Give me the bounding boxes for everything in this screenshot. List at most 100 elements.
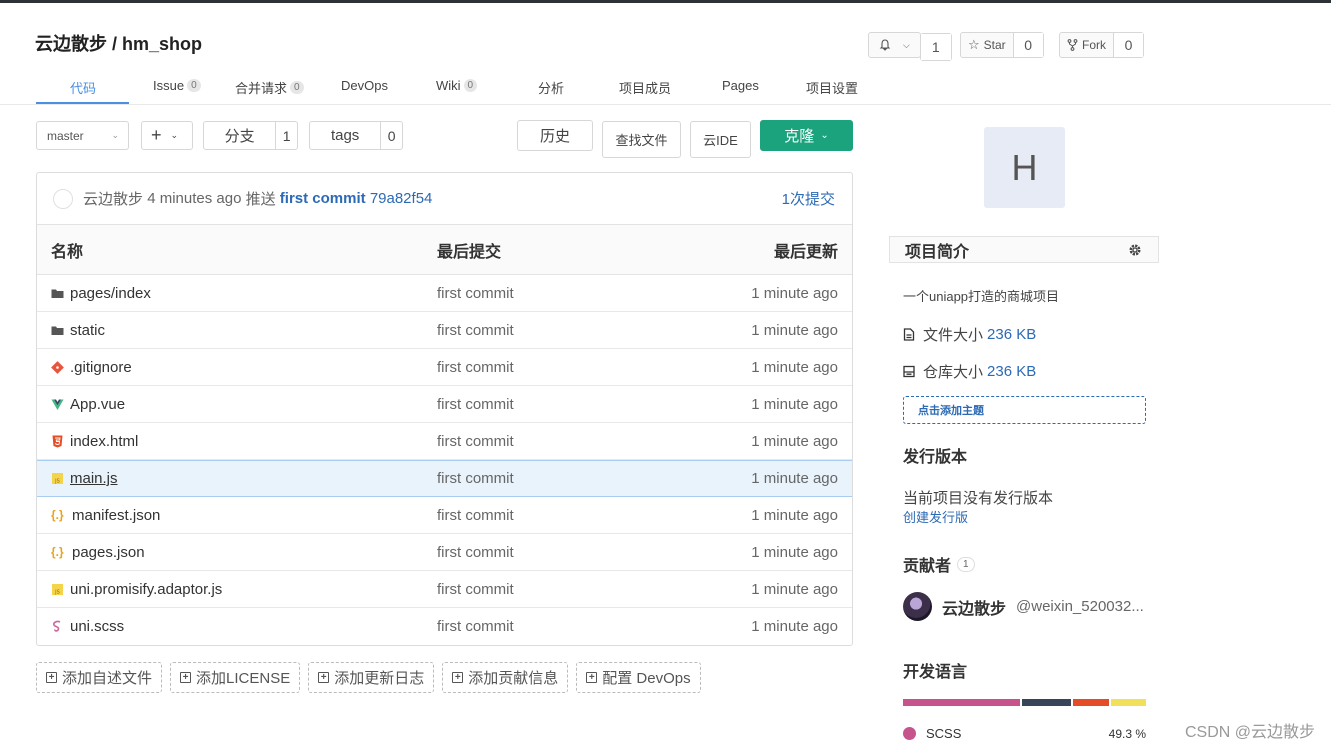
file-name[interactable]: manifest.json: [72, 507, 160, 524]
find-file-label: 查找文件: [615, 133, 668, 148]
clone-button[interactable]: 克隆 ⌄: [760, 120, 853, 151]
file-commit[interactable]: first commit: [437, 507, 514, 524]
file-commit[interactable]: first commit: [437, 618, 514, 635]
repo-size-value: 236 KB: [987, 363, 1037, 380]
commits-count-link[interactable]: 1次提交: [782, 188, 835, 209]
contributor-name[interactable]: 云边散步: [942, 595, 1006, 619]
repo-owner[interactable]: 云边散步: [35, 34, 107, 54]
file-name[interactable]: static: [70, 322, 105, 339]
table-row[interactable]: App.vue first commit 1 minute ago: [37, 386, 852, 423]
avatar[interactable]: [903, 592, 932, 621]
fork-icon: [1067, 39, 1078, 51]
add-readme-button[interactable]: + 添加自述文件: [36, 662, 163, 693]
file-commit[interactable]: first commit: [437, 285, 514, 302]
table-row[interactable]: {.} manifest.json first commit 1 minute a…: [37, 497, 852, 534]
tab-merge-requests[interactable]: 合并请求 0: [235, 78, 304, 97]
file-name[interactable]: .gitignore: [70, 359, 132, 376]
table-row[interactable]: .gitignore first commit 1 minute ago: [37, 349, 852, 386]
language-bar: [903, 699, 1146, 706]
file-commit[interactable]: first commit: [437, 544, 514, 561]
table-row[interactable]: index.html first commit 1 minute ago: [37, 423, 852, 460]
tab-code[interactable]: 代码: [70, 78, 96, 97]
repo-nav-tabs: 代码 Issue 0 合并请求 0 DevOps Wiki 0 分析 项目成员 Pag…: [36, 70, 866, 106]
language-segment-scss[interactable]: [903, 699, 1020, 706]
tags-button[interactable]: tags 0: [309, 121, 403, 150]
file-commit[interactable]: first commit: [437, 396, 514, 413]
watch-button[interactable]: ⌵: [868, 32, 921, 58]
fork-button[interactable]: Fork 0: [1059, 32, 1144, 58]
cloud-ide-button[interactable]: 云IDE: [690, 121, 751, 158]
commit-message-link[interactable]: first commit: [280, 190, 366, 207]
author-avatar[interactable]: [53, 188, 73, 209]
history-button[interactable]: 历史: [517, 120, 593, 151]
add-button-label: 配置 DevOps: [602, 670, 691, 687]
watch-count[interactable]: 1: [919, 33, 952, 61]
file-commit[interactable]: first commit: [437, 359, 514, 376]
chevron-down-icon: ⌄: [111, 130, 119, 140]
commit-hash-link[interactable]: 79a82f54: [370, 190, 433, 207]
tab-count-badge: 0: [463, 79, 478, 92]
file-name[interactable]: main.js: [70, 470, 118, 487]
json-icon: {.}: [51, 544, 64, 559]
file-updated: 1 minute ago: [751, 470, 838, 487]
tab-analytics[interactable]: 分析: [538, 78, 564, 97]
language-segment[interactable]: [1073, 699, 1109, 706]
add-license-button[interactable]: + 添加LICENSE: [170, 662, 301, 693]
tab-devops[interactable]: DevOps: [341, 78, 388, 93]
add-changelog-button[interactable]: + 添加更新日志: [308, 662, 435, 693]
repo-name[interactable]: hm_shop: [122, 34, 202, 54]
file-name[interactable]: pages.json: [72, 544, 145, 561]
tab-members[interactable]: 项目成员: [619, 78, 671, 97]
star-button[interactable]: ☆ Star 0: [960, 32, 1044, 58]
add-topic-button[interactable]: 点击添加主题: [903, 396, 1146, 424]
file-size-value: 236 KB: [987, 326, 1037, 343]
tab-wiki[interactable]: Wiki 0: [436, 78, 478, 93]
plus-square-icon: +: [180, 672, 192, 683]
table-row[interactable]: JS main.js first commit 1 minute ago: [37, 460, 852, 497]
file-commit[interactable]: first commit: [437, 470, 514, 487]
tab-settings[interactable]: 项目设置: [806, 78, 858, 97]
contributor-item[interactable]: 云边散步 @weixin_520032...: [903, 592, 1144, 621]
add-files-toolbar: + 添加自述文件 + 添加LICENSE + 添加更新日志 + 添加贡献信息 + 配置 D…: [36, 662, 701, 693]
table-row[interactable]: {.} pages.json first commit 1 minute ago: [37, 534, 852, 571]
file-commit[interactable]: first commit: [437, 322, 514, 339]
project-intro-header: 项目简介: [889, 236, 1159, 263]
file-updated: 1 minute ago: [751, 284, 838, 302]
repo-size-label: 仓库大小: [923, 364, 984, 381]
table-row[interactable]: JS uni.promisify.adaptor.js first commit …: [37, 571, 852, 608]
tags-count: 0: [380, 122, 402, 149]
file-name[interactable]: uni.scss: [70, 618, 124, 635]
tab-issue[interactable]: Issue 0: [153, 78, 201, 93]
file-name[interactable]: index.html: [70, 433, 138, 450]
file-commit[interactable]: first commit: [437, 581, 514, 598]
create-release-link[interactable]: 创建发行版: [903, 507, 968, 526]
language-segment[interactable]: [1111, 699, 1146, 706]
language-segment[interactable]: [1022, 699, 1071, 706]
branches-button[interactable]: 分支 1: [203, 121, 298, 150]
configure-devops-button[interactable]: + 配置 DevOps: [576, 662, 701, 693]
languages-title: 开发语言: [903, 664, 968, 681]
contributor-handle: @weixin_520032...: [1016, 598, 1144, 615]
tab-label: DevOps: [341, 78, 388, 93]
file-icon: [903, 328, 915, 341]
star-count[interactable]: 0: [1012, 33, 1043, 57]
add-contributing-button[interactable]: + 添加贡献信息: [442, 662, 569, 693]
file-name[interactable]: uni.promisify.adaptor.js: [70, 581, 222, 598]
find-file-button[interactable]: 查找文件: [602, 121, 681, 158]
chevron-down-icon: ⌵: [903, 39, 910, 50]
gear-icon[interactable]: [1127, 242, 1143, 258]
fork-count[interactable]: 0: [1113, 33, 1143, 57]
tab-pages[interactable]: Pages: [722, 78, 759, 93]
table-row[interactable]: uni.scss first commit 1 minute ago: [37, 608, 852, 645]
file-name[interactable]: App.vue: [70, 396, 125, 413]
table-row[interactable]: pages/index first commit 1 minute ago: [37, 275, 852, 312]
branch-selector[interactable]: master ⌄: [36, 121, 129, 150]
branch-name: master: [47, 128, 84, 143]
file-name[interactable]: pages/index: [70, 285, 151, 302]
commit-author[interactable]: 云边散步: [83, 188, 143, 209]
add-dropdown-button[interactable]: + ⌄: [141, 121, 193, 150]
table-row[interactable]: static first commit 1 minute ago: [37, 312, 852, 349]
vue-icon: [51, 399, 64, 410]
git-icon: [51, 360, 64, 374]
file-commit[interactable]: first commit: [437, 433, 514, 450]
